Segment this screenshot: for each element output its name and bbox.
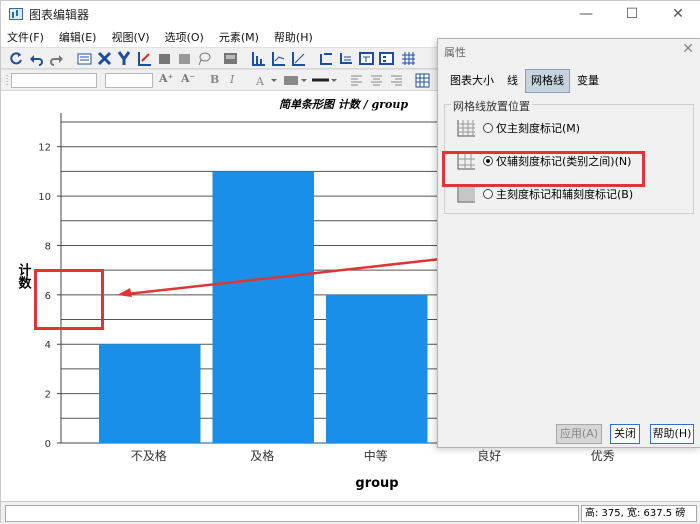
bar-0[interactable] <box>99 344 201 443</box>
fill-color-icon[interactable] <box>283 73 307 88</box>
properties-panel: 属性 ✕ 图表大小 线 网格线 变量 网格线放置位置 仅主刻度标记(M) 仅辅刻… <box>437 38 700 448</box>
x-tick-label: 良好 <box>477 448 501 463</box>
tab-variables[interactable]: 变量 <box>571 69 605 93</box>
font-size-select[interactable] <box>105 73 153 88</box>
radio-major-only[interactable] <box>483 123 493 133</box>
font-grow-button[interactable]: A⁺ <box>159 72 173 85</box>
menu-help[interactable]: 帮助(H) <box>268 29 322 45</box>
chart-type-icon[interactable] <box>223 51 238 66</box>
tab-lines[interactable]: 线 <box>501 69 524 93</box>
chart-title: 简单条形图 计数 / group <box>279 98 408 111</box>
window-title: 图表编辑器 <box>29 7 90 22</box>
x-axis-icon[interactable] <box>97 51 112 66</box>
footnote-icon[interactable] <box>339 51 354 66</box>
line-chart-icon[interactable] <box>271 51 286 66</box>
menu-elements[interactable]: 元素(M) <box>213 29 268 45</box>
scale-icon[interactable] <box>137 51 152 66</box>
status-dimensions: 高: 375, 宽: 637.5 磅 <box>581 505 697 522</box>
x-tick-label: 优秀 <box>591 449 615 463</box>
frame-icon[interactable] <box>177 51 192 66</box>
y-axis-label: 计数 <box>16 262 32 290</box>
text-color-icon[interactable]: A <box>255 73 277 88</box>
chart-grid-icon[interactable] <box>415 73 430 88</box>
y-tick-label: 12 <box>38 143 51 154</box>
properties-icon[interactable] <box>77 51 92 66</box>
y-tick-label: 0 <box>45 439 51 450</box>
fill-icon[interactable] <box>157 51 172 66</box>
tab-chart-size[interactable]: 图表大小 <box>444 69 500 93</box>
chart-editor-icon <box>9 8 23 20</box>
status-bar: 高: 375, 宽: 637.5 磅 <box>1 501 700 524</box>
bar-chart-icon[interactable] <box>251 51 266 66</box>
line-style-icon[interactable] <box>311 73 337 88</box>
radio-major-and-minor[interactable] <box>483 189 493 199</box>
properties-close-icon[interactable]: ✕ <box>682 41 694 57</box>
align-left-icon[interactable] <box>349 73 364 88</box>
properties-tabs: 图表大小 线 网格线 变量 <box>444 69 606 93</box>
refresh-icon[interactable] <box>9 51 24 66</box>
apply-button[interactable]: 应用(A) <box>556 424 602 444</box>
undo-icon[interactable] <box>29 51 44 66</box>
y-tick-label: 8 <box>45 241 51 252</box>
bold-button[interactable]: B <box>210 73 219 86</box>
minimize-button[interactable]: — <box>563 1 609 27</box>
close-button[interactable]: ✕ <box>655 1 700 27</box>
menu-options[interactable]: 选项(O) <box>159 29 213 45</box>
option-major-only[interactable]: 仅主刻度标记(M) <box>455 116 580 140</box>
close-panel-button[interactable]: 关闭 <box>610 424 640 444</box>
svg-text:A: A <box>255 75 265 88</box>
align-right-icon[interactable] <box>389 73 404 88</box>
x-tick-label: 及格 <box>250 448 274 463</box>
x-tick-label: 不及格 <box>131 448 167 463</box>
y-tick-label: 2 <box>45 390 51 401</box>
grip-icon <box>6 75 8 86</box>
title-bar: 图表编辑器 — ☐ ✕ <box>1 1 700 27</box>
grid-toggle-icon[interactable] <box>401 51 416 66</box>
option-label: 仅主刻度标记(M) <box>496 122 581 135</box>
chart-editor-window: 图表编辑器 — ☐ ✕ 文件(F) 编辑(E) 视图(V) 选项(O) 元素(M… <box>0 0 700 524</box>
help-button[interactable]: 帮助(H) <box>650 424 694 444</box>
font-shrink-button[interactable]: A⁻ <box>181 72 195 85</box>
font-family-select[interactable] <box>11 73 97 88</box>
properties-title: 属性 <box>444 46 466 59</box>
maximize-button[interactable]: ☐ <box>609 1 655 27</box>
y-tick-label: 4 <box>45 340 51 351</box>
annotation-highlight-y-axis <box>34 269 104 330</box>
area-chart-icon[interactable] <box>291 51 306 66</box>
tab-gridlines[interactable]: 网格线 <box>525 69 570 93</box>
status-message <box>5 505 579 522</box>
legend-icon[interactable] <box>379 51 394 66</box>
menu-view[interactable]: 视图(V) <box>105 29 158 45</box>
menu-edit[interactable]: 编辑(E) <box>53 29 106 45</box>
x-tick-label: 中等 <box>364 448 388 463</box>
annotation-highlight-option <box>442 151 645 187</box>
y-tick-label: 10 <box>38 192 51 203</box>
lasso-icon[interactable] <box>197 51 212 66</box>
group-title: 网格线放置位置 <box>451 98 532 114</box>
x-axis-label: group <box>355 476 398 491</box>
option-label: 主刻度标记和辅刻度标记(B) <box>496 188 634 201</box>
dense-grid-icon <box>457 186 475 203</box>
bar-1[interactable] <box>212 171 315 443</box>
align-center-icon[interactable] <box>369 73 384 88</box>
major-grid-icon <box>457 120 475 137</box>
menu-file[interactable]: 文件(F) <box>1 29 53 45</box>
redo-icon[interactable] <box>49 51 64 66</box>
title-icon[interactable] <box>319 51 334 66</box>
bar-2[interactable] <box>326 294 428 443</box>
text-box-icon[interactable] <box>359 51 374 66</box>
y-axis-icon[interactable] <box>117 51 132 66</box>
italic-button[interactable]: I <box>230 73 234 86</box>
